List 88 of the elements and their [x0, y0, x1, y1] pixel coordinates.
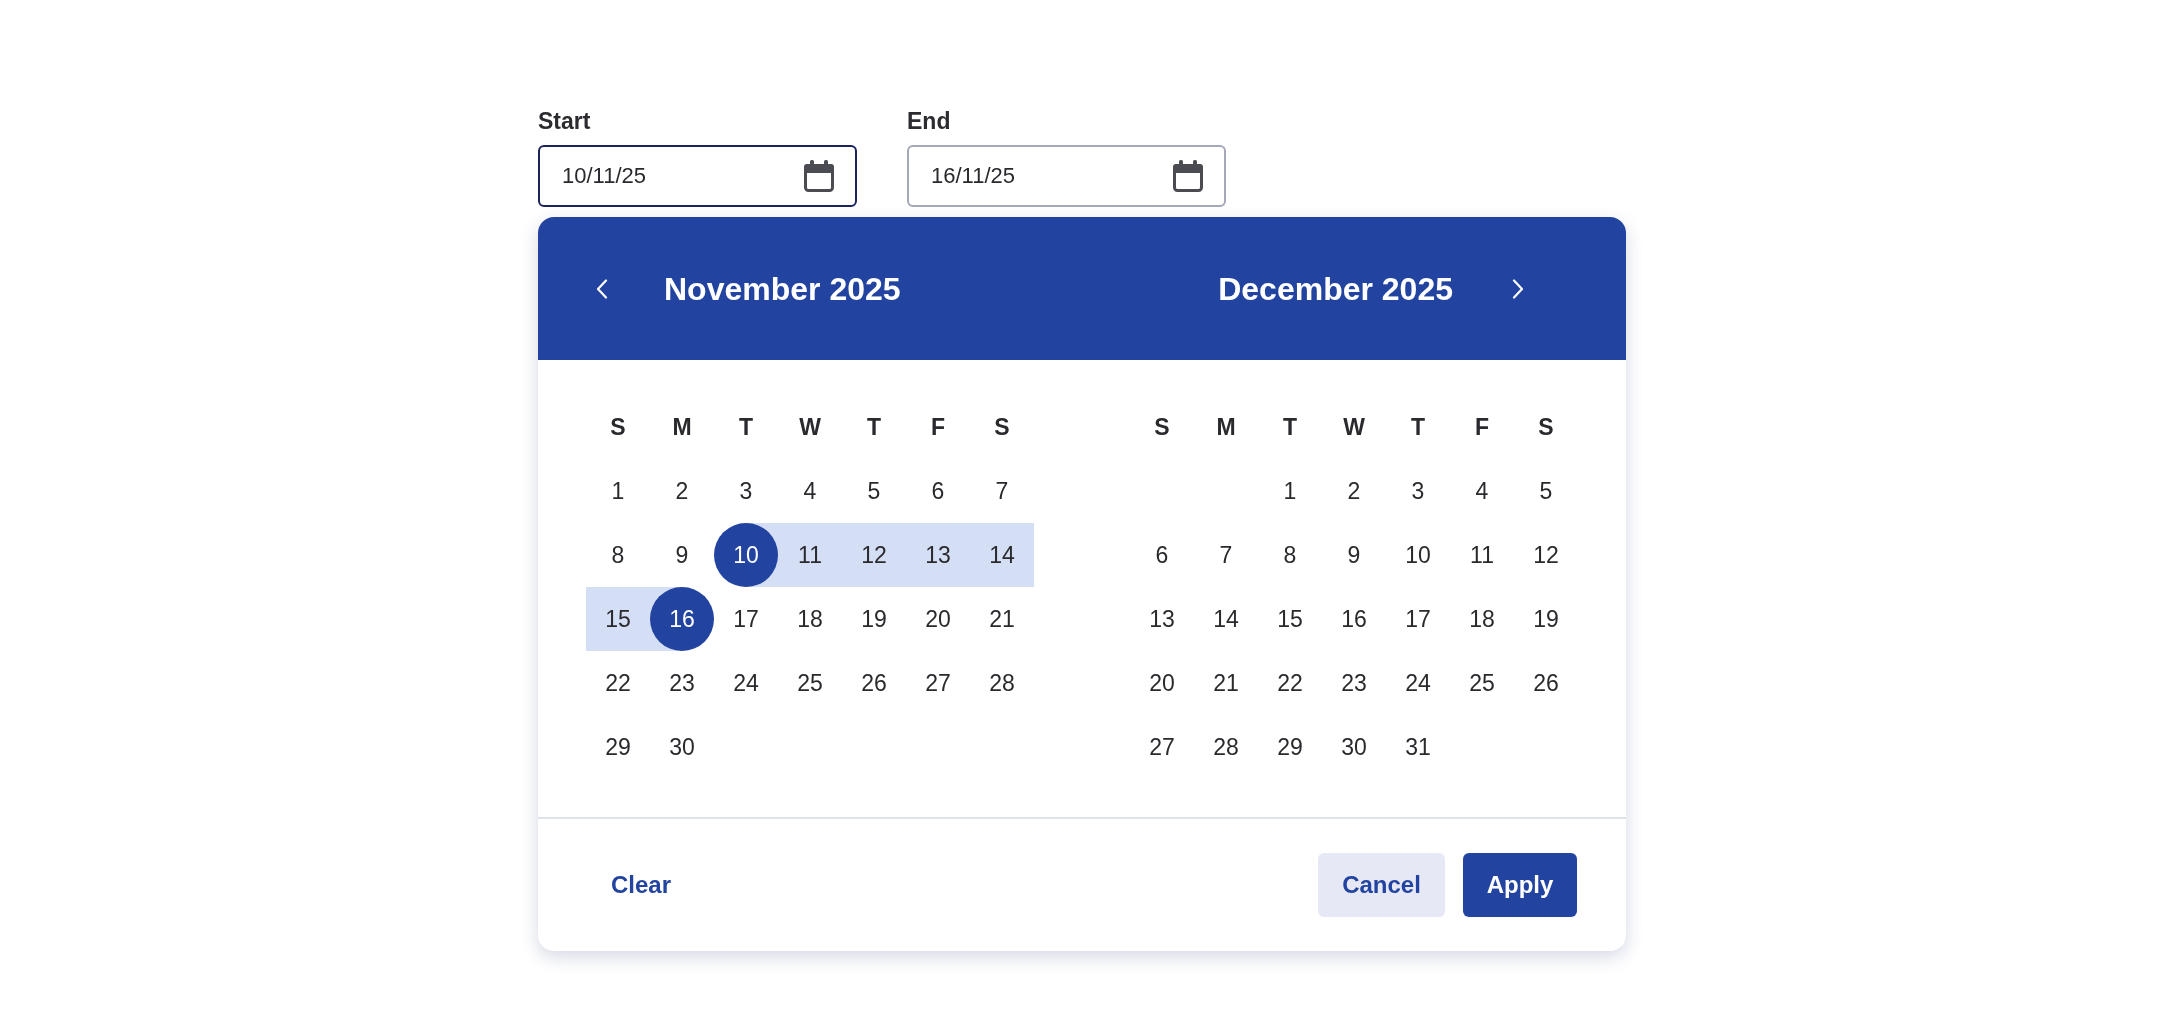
- calendar-day[interactable]: 23: [650, 651, 714, 715]
- calendar-day[interactable]: 10: [714, 523, 778, 587]
- calendar-day[interactable]: 28: [1194, 715, 1258, 779]
- calendar-day[interactable]: 2: [650, 459, 714, 523]
- calendar-day[interactable]: 17: [1386, 587, 1450, 651]
- calendar-day[interactable]: 21: [970, 587, 1034, 651]
- calendar-day[interactable]: 17: [714, 587, 778, 651]
- chevron-right-icon: [1512, 278, 1524, 299]
- calendar-day[interactable]: 8: [1258, 523, 1322, 587]
- calendar-day[interactable]: 11: [1450, 523, 1514, 587]
- calendar-day[interactable]: 20: [906, 587, 970, 651]
- calendar-day[interactable]: 26: [1514, 651, 1578, 715]
- weekday-label: S: [1538, 413, 1554, 441]
- calendar-day[interactable]: 7: [1194, 523, 1258, 587]
- calendar-day[interactable]: 14: [970, 523, 1034, 587]
- weekday-label: T: [866, 413, 882, 441]
- calendar-icon[interactable]: [803, 160, 835, 192]
- field-label: End: [907, 107, 951, 135]
- calendar-day[interactable]: 16: [650, 587, 714, 651]
- calendar-day[interactable]: 15: [586, 587, 650, 651]
- calendar-day[interactable]: 14: [1194, 587, 1258, 651]
- calendar-day[interactable]: 5: [1514, 459, 1578, 523]
- calendar-day[interactable]: 23: [1322, 651, 1386, 715]
- calendar-day[interactable]: 9: [650, 523, 714, 587]
- calendar-day[interactable]: 11: [778, 523, 842, 587]
- calendar-day[interactable]: 1: [586, 459, 650, 523]
- calendar-day[interactable]: 30: [650, 715, 714, 779]
- calendar-day[interactable]: 21: [1194, 651, 1258, 715]
- calendar-day[interactable]: 5: [842, 459, 906, 523]
- calendar-day[interactable]: 13: [1130, 587, 1194, 651]
- calendar-day[interactable]: 9: [1322, 523, 1386, 587]
- calendar-day[interactable]: 2: [1322, 459, 1386, 523]
- calendar-day[interactable]: 27: [906, 651, 970, 715]
- calendar-day[interactable]: 20: [1130, 651, 1194, 715]
- calendar-day[interactable]: 3: [1386, 459, 1450, 523]
- date-field[interactable]: 10/11/25: [538, 145, 857, 207]
- calendar-day[interactable]: 22: [1258, 651, 1322, 715]
- weekday-label: F: [930, 413, 946, 441]
- weekday-label: F: [1474, 413, 1490, 441]
- calendar-icon[interactable]: [1172, 160, 1204, 192]
- calendar-day[interactable]: 15: [1258, 587, 1322, 651]
- weekday-label: S: [610, 413, 626, 441]
- calendar-day[interactable]: 30: [1322, 715, 1386, 779]
- calendar-day[interactable]: 10: [1386, 523, 1450, 587]
- calendar-day[interactable]: 12: [1514, 523, 1578, 587]
- cancel-button[interactable]: Cancel: [1318, 853, 1445, 917]
- calendar-day[interactable]: 1: [1258, 459, 1322, 523]
- weekday-label: W: [1343, 413, 1365, 441]
- calendar-day[interactable]: 19: [842, 587, 906, 651]
- calendar-day[interactable]: 24: [714, 651, 778, 715]
- calendar-day[interactable]: 18: [1450, 587, 1514, 651]
- calendar-day[interactable]: 25: [1450, 651, 1514, 715]
- calendar-day[interactable]: 19: [1514, 587, 1578, 651]
- calendar-day[interactable]: 28: [970, 651, 1034, 715]
- date-field[interactable]: 16/11/25: [907, 145, 1226, 207]
- calendar-day[interactable]: 4: [778, 459, 842, 523]
- calendar-day[interactable]: 12: [842, 523, 906, 587]
- calendar-day[interactable]: 18: [778, 587, 842, 651]
- calendar-day[interactable]: 8: [586, 523, 650, 587]
- calendar-day[interactable]: 6: [906, 459, 970, 523]
- weekday-label: T: [738, 413, 754, 441]
- calendar-day[interactable]: 7: [970, 459, 1034, 523]
- weekday-label: S: [994, 413, 1010, 441]
- weekday-label: M: [672, 413, 692, 441]
- month-title: November 2025: [664, 269, 901, 309]
- calendar-day[interactable]: 4: [1450, 459, 1514, 523]
- apply-button[interactable]: Apply: [1463, 853, 1577, 917]
- chevron-left-icon: [596, 278, 608, 299]
- calendar-day[interactable]: 26: [842, 651, 906, 715]
- calendar-day[interactable]: 24: [1386, 651, 1450, 715]
- calendar-day[interactable]: 22: [586, 651, 650, 715]
- weekday-label: M: [1216, 413, 1236, 441]
- field-label: Start: [538, 107, 591, 135]
- calendar-day[interactable]: 3: [714, 459, 778, 523]
- calendar-day[interactable]: 13: [906, 523, 970, 587]
- calendar-day[interactable]: 31: [1386, 715, 1450, 779]
- weekday-label: T: [1410, 413, 1426, 441]
- calendar-day[interactable]: 16: [1322, 587, 1386, 651]
- calendar-day[interactable]: 29: [1258, 715, 1322, 779]
- weekday-label: S: [1154, 413, 1170, 441]
- month-title: December 2025: [1218, 269, 1453, 309]
- clear-button[interactable]: Clear: [586, 853, 697, 917]
- weekday-label: W: [799, 413, 821, 441]
- calendar-day[interactable]: 29: [586, 715, 650, 779]
- calendar-day[interactable]: 27: [1130, 715, 1194, 779]
- calendar-day[interactable]: 6: [1130, 523, 1194, 587]
- calendar-day[interactable]: 25: [778, 651, 842, 715]
- weekday-label: T: [1282, 413, 1298, 441]
